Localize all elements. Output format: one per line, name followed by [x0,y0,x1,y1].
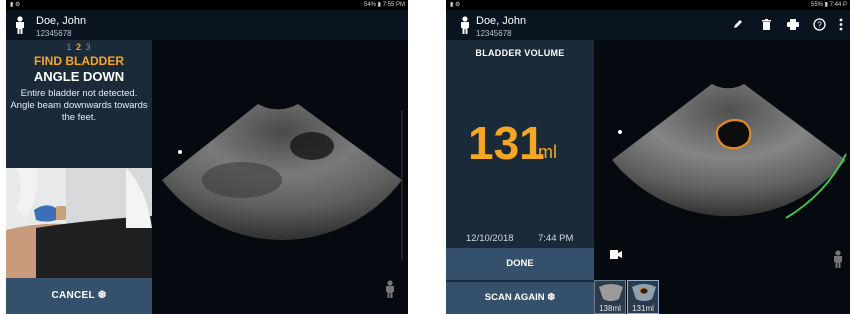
delete-icon[interactable] [762,19,771,30]
scan-time: 7:44 PM [538,233,574,244]
done-button[interactable]: DONE [446,248,594,280]
probe-position-photo [6,168,152,278]
status-bar: ▮ ⚙ 54% ▮ 7:55 PM [6,0,408,10]
orientation-marker [618,130,622,134]
edit-icon[interactable] [733,19,743,29]
help-icon[interactable]: ? [813,18,826,31]
person-icon[interactable] [459,16,471,34]
bladder-volume-label: BLADDER VOLUME [475,48,565,58]
thumbnail-volume: 131ml [632,304,654,313]
cancel-button[interactable]: CANCEL ❆ [6,278,152,314]
svg-text:?: ? [817,21,822,30]
patient-id: 12345678 [476,29,512,38]
ultrasound-image [162,104,403,298]
step-3: 3 [85,42,92,52]
patient-id: 12345678 [36,29,72,38]
patient-name[interactable]: Doe, John [476,15,526,27]
ultrasound-image [610,84,847,268]
orientation-marker [178,150,182,154]
status-left: ▮ ⚙ [10,2,21,8]
step-indicator: 1 2 3 [6,42,152,52]
volume-panel: BLADDER VOLUME 131 ml 12/10/2018 7:44 PM… [446,40,594,314]
instruction-text: Entire bladder not detected. Angle beam … [10,88,148,123]
thumbnail-volume: 138ml [599,304,621,313]
scan-thumbnail-2[interactable]: 131ml [627,280,659,314]
status-left: ▮ ⚙ [450,2,461,8]
guidance-panel: 1 2 3 FIND BLADDER ANGLE DOWN Entire bla… [6,40,152,314]
volume-value: 131 [468,117,545,169]
patient-bar: Doe, John 12345678 [6,10,408,40]
find-bladder-screen: ▮ ⚙ 54% ▮ 7:55 PM Doe, John 12345678 1 2… [6,0,408,314]
patient-name[interactable]: Doe, John [36,15,86,27]
thumbnail-image [599,284,623,301]
volume-unit: ml [538,142,557,162]
print-icon[interactable] [787,19,799,30]
patient-bar: Doe, John 12345678 ? [446,10,850,40]
scan-date: 12/10/2018 [466,233,514,244]
step-1: 1 [66,42,73,52]
person-icon[interactable] [14,16,26,34]
bladder-volume-screen: ▮ ⚙ 55% ▮ 7:44 P Doe, John 12345678 ? BL… [446,0,850,314]
body-orientation-icon [834,250,842,268]
status-bar: ▮ ⚙ 55% ▮ 7:44 P [446,0,850,10]
step-2: 2 [75,42,82,52]
angle-down-title: ANGLE DOWN [33,69,125,84]
body-orientation-icon [386,280,394,298]
status-right: 55% ▮ 7:44 P [811,2,847,8]
ultrasound-view: 138ml 131ml [594,40,850,314]
ultrasound-view [152,40,408,314]
scan-again-button[interactable]: SCAN AGAIN ❆ [446,282,594,314]
video-icon[interactable] [610,250,622,259]
find-bladder-title: FIND BLADDER [34,54,124,68]
status-right: 54% ▮ 7:55 PM [364,2,405,8]
thumbnail-image [632,284,656,301]
more-icon[interactable] [839,18,843,31]
scan-thumbnail-1[interactable]: 138ml [594,280,626,314]
